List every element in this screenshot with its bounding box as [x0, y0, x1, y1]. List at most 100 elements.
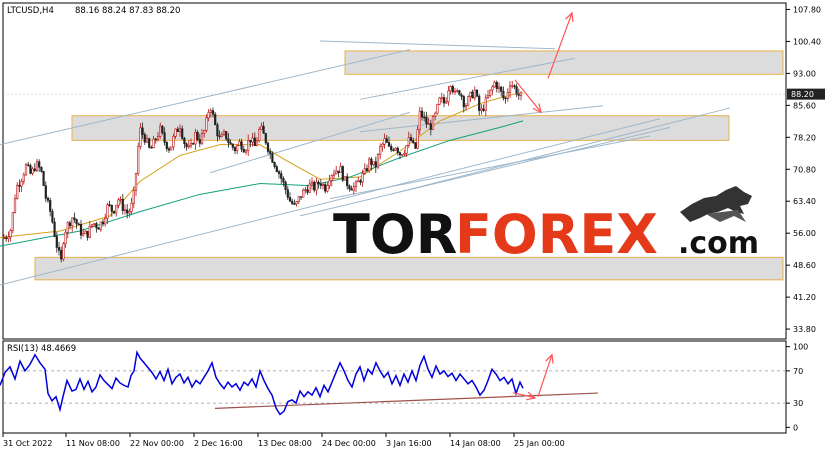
candle-body — [62, 243, 65, 260]
candle-body — [7, 236, 10, 240]
candle-body — [497, 86, 501, 89]
time-tick-label: 22 Nov 00:00 — [130, 439, 184, 448]
candle-body — [53, 221, 56, 237]
candle-body — [240, 141, 243, 150]
candle-body — [132, 189, 135, 204]
candle-body — [273, 162, 276, 167]
price-tick-label: 100.40 — [793, 37, 821, 46]
candle-body — [198, 139, 201, 144]
candle-body — [401, 154, 404, 156]
candle-body — [101, 221, 105, 225]
candle-body — [431, 116, 435, 130]
candle-body — [387, 142, 391, 147]
watermark: TOR FOREX .com — [333, 186, 759, 266]
candle-body — [84, 230, 87, 235]
candle-body — [31, 168, 34, 174]
rsi-tick-label: 30 — [793, 399, 803, 408]
candle-body — [335, 170, 338, 175]
candle-body — [172, 136, 175, 148]
price-tick-label: 41.20 — [793, 293, 816, 302]
candle-body — [440, 97, 443, 99]
candle-body — [409, 137, 413, 142]
rsi-plot-frame — [2, 340, 787, 434]
candle-body — [434, 112, 437, 117]
candle-body — [486, 95, 490, 99]
candle-body — [71, 217, 74, 227]
candle-body — [517, 94, 520, 96]
candle-body — [209, 110, 212, 113]
candle-body — [370, 158, 373, 165]
candle-body — [244, 150, 248, 153]
candle-body — [275, 166, 278, 172]
candle-body — [163, 132, 166, 143]
candle-body — [22, 174, 25, 182]
candle-body — [405, 145, 408, 154]
price-tick-label: 93.00 — [793, 69, 816, 78]
candle-body — [308, 183, 311, 193]
symbol-label: LTCUSD,H4 — [7, 6, 54, 16]
candle-body — [436, 104, 439, 114]
candle-body — [418, 110, 421, 130]
candle-body — [220, 134, 223, 138]
candle-body — [73, 217, 76, 220]
candle-body — [187, 145, 190, 148]
candle-body — [328, 180, 331, 186]
candle-body — [442, 97, 446, 104]
candle-body — [412, 140, 415, 143]
candle-body — [295, 201, 298, 205]
candle-body — [128, 211, 131, 214]
candle-body — [44, 185, 47, 199]
candle-body — [420, 110, 424, 118]
candle-body — [330, 175, 333, 181]
rsi-indicator — [0, 349, 786, 416]
candle-body — [16, 184, 19, 199]
candle-body — [18, 184, 21, 187]
candle-body — [106, 204, 109, 219]
candle-body — [407, 137, 410, 146]
watermark-tor: TOR — [333, 203, 457, 266]
candle-body — [227, 138, 230, 143]
candle-body — [93, 223, 96, 225]
price-tick-label: 56.00 — [793, 229, 816, 238]
candle-body — [247, 140, 250, 152]
candle-body — [104, 217, 107, 225]
candle-body — [156, 136, 160, 140]
candle-body — [236, 145, 239, 152]
candle-body — [145, 138, 149, 143]
candle-body — [205, 117, 208, 131]
time-axis: 31 Oct 2022 11 Nov 08:00 22 Nov 00:00 2 Dec… — [2, 433, 565, 448]
zone-0 — [344, 50, 784, 75]
candle-body — [500, 86, 503, 92]
rsi-line — [0, 349, 524, 416]
candle-body — [346, 176, 349, 187]
candle-body — [385, 138, 388, 143]
candle-body — [238, 141, 241, 146]
candle-body — [29, 165, 32, 174]
candle-body — [11, 212, 14, 231]
candle-body — [423, 116, 426, 119]
candle-body — [229, 142, 232, 145]
candle-body — [471, 91, 474, 99]
candle-body — [88, 225, 91, 238]
candle-body — [348, 185, 351, 190]
candle-body — [315, 181, 318, 191]
candle-body — [207, 112, 210, 119]
price-axis: 107.80 100.40 93.00 85.60 78.20 70.80 63.40 56.… — [786, 5, 821, 334]
channel-line-1 — [319, 40, 556, 50]
candle-body — [326, 185, 329, 192]
candle-body — [170, 146, 173, 151]
candle-body — [99, 221, 102, 230]
candle-body — [119, 198, 122, 201]
candle-body — [115, 204, 118, 214]
candle-body — [192, 143, 195, 145]
candle-body — [475, 89, 479, 97]
candle-body — [55, 236, 58, 248]
candle-body — [288, 197, 292, 202]
candle-body — [425, 116, 428, 124]
candle-body — [150, 147, 153, 149]
candle-body — [211, 110, 215, 115]
candle-body — [233, 147, 237, 152]
candle-body — [174, 128, 177, 137]
candle-body — [339, 166, 342, 173]
time-tick-label: 24 Dec 00:00 — [322, 439, 376, 448]
